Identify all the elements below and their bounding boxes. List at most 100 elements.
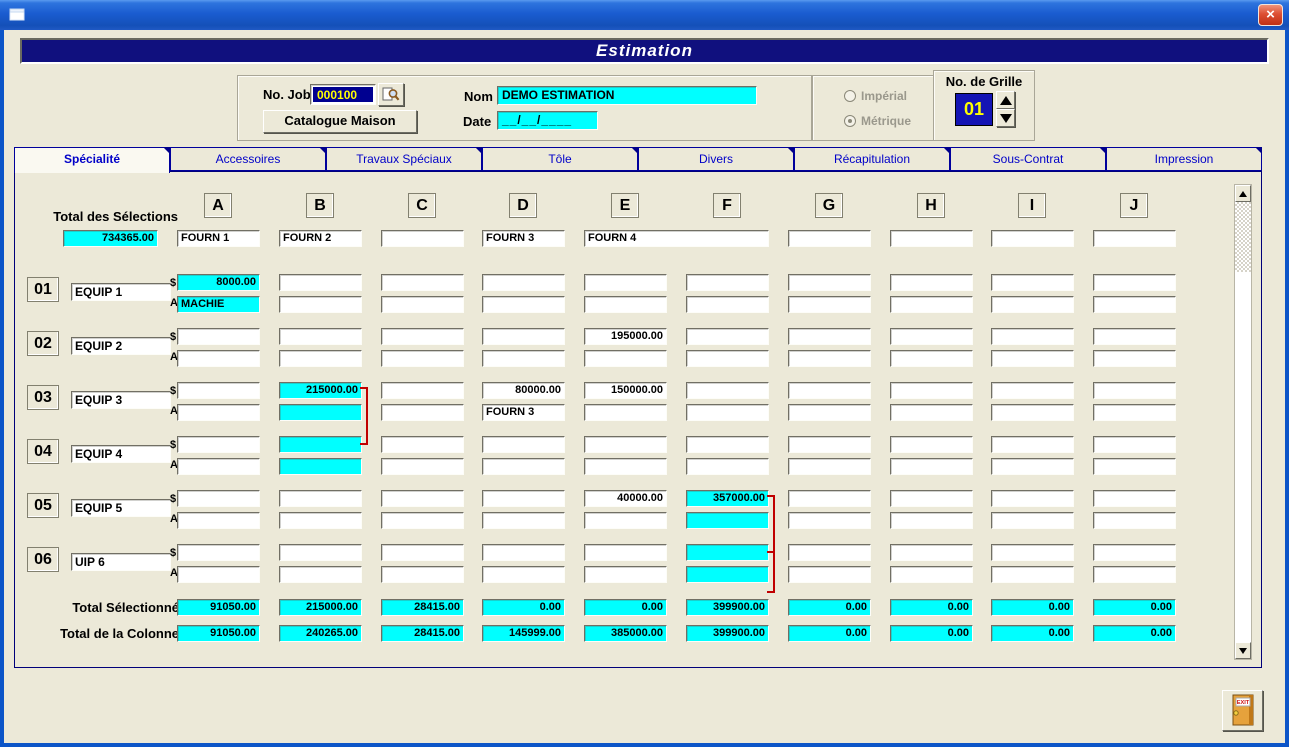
cell-B05-dollar[interactable]	[279, 490, 362, 507]
scroll-down-button[interactable]	[1235, 642, 1251, 659]
supplier-field-G[interactable]	[788, 230, 871, 247]
cell-D04-dollar[interactable]	[482, 436, 565, 453]
tab-sous-contrat[interactable]: Sous-Contrat	[950, 147, 1106, 171]
title-bar[interactable]: ×	[0, 0, 1289, 30]
cell-E02-dollar[interactable]: 195000.00	[584, 328, 667, 345]
cell-G03-desc[interactable]	[788, 404, 871, 421]
cell-E04-dollar[interactable]	[584, 436, 667, 453]
tab-impression[interactable]: Impression	[1106, 147, 1262, 171]
cell-E02-desc[interactable]	[584, 350, 667, 367]
tab-travaux-spéciaux[interactable]: Travaux Spéciaux	[326, 147, 482, 171]
supplier-field-A[interactable]: FOURN 1	[177, 230, 260, 247]
tab-divers[interactable]: Divers	[638, 147, 794, 171]
cell-A05-dollar[interactable]	[177, 490, 260, 507]
cell-I05-dollar[interactable]	[991, 490, 1074, 507]
tab-récapitulation[interactable]: Récapitulation	[794, 147, 950, 171]
equip-name-field-04[interactable]: EQUIP 4	[71, 445, 171, 463]
cell-C06-desc[interactable]	[381, 566, 464, 583]
supplier-field-C[interactable]	[381, 230, 464, 247]
cell-J06-desc[interactable]	[1093, 566, 1176, 583]
cell-A02-dollar[interactable]	[177, 328, 260, 345]
cell-G01-desc[interactable]	[788, 296, 871, 313]
cell-F01-dollar[interactable]	[686, 274, 769, 291]
cell-I02-dollar[interactable]	[991, 328, 1074, 345]
cell-F03-desc[interactable]	[686, 404, 769, 421]
cell-D05-dollar[interactable]	[482, 490, 565, 507]
cell-J02-dollar[interactable]	[1093, 328, 1176, 345]
cell-C05-dollar[interactable]	[381, 490, 464, 507]
cell-B06-dollar[interactable]	[279, 544, 362, 561]
cell-C02-desc[interactable]	[381, 350, 464, 367]
cell-D06-desc[interactable]	[482, 566, 565, 583]
no-job-field[interactable]: 000100	[310, 84, 376, 105]
cell-E03-dollar[interactable]: 150000.00	[584, 382, 667, 399]
cell-E01-desc[interactable]	[584, 296, 667, 313]
cell-G05-dollar[interactable]	[788, 490, 871, 507]
cell-H06-dollar[interactable]	[890, 544, 973, 561]
equip-name-field-02[interactable]: EQUIP 2	[71, 337, 171, 355]
cell-B06-desc[interactable]	[279, 566, 362, 583]
scroll-up-button[interactable]	[1235, 185, 1251, 202]
cell-B04-dollar[interactable]	[279, 436, 362, 453]
cell-E06-desc[interactable]	[584, 566, 667, 583]
cell-D03-dollar[interactable]: 80000.00	[482, 382, 565, 399]
cell-H06-desc[interactable]	[890, 566, 973, 583]
cell-G03-dollar[interactable]	[788, 382, 871, 399]
cell-I03-dollar[interactable]	[991, 382, 1074, 399]
cell-A05-desc[interactable]	[177, 512, 260, 529]
cell-F03-dollar[interactable]	[686, 382, 769, 399]
cell-I06-desc[interactable]	[991, 566, 1074, 583]
cell-B01-dollar[interactable]	[279, 274, 362, 291]
cell-A01-desc[interactable]: MACHIE	[177, 296, 260, 313]
cell-B05-desc[interactable]	[279, 512, 362, 529]
cell-E04-desc[interactable]	[584, 458, 667, 475]
cell-C05-desc[interactable]	[381, 512, 464, 529]
cell-I03-desc[interactable]	[991, 404, 1074, 421]
cell-G01-dollar[interactable]	[788, 274, 871, 291]
cell-I01-desc[interactable]	[991, 296, 1074, 313]
cell-D04-desc[interactable]	[482, 458, 565, 475]
supplier-field-H[interactable]	[890, 230, 973, 247]
supplier-field-B[interactable]: FOURN 2	[279, 230, 362, 247]
nom-field[interactable]: DEMO ESTIMATION	[497, 86, 757, 105]
cell-H01-desc[interactable]	[890, 296, 973, 313]
cell-H05-dollar[interactable]	[890, 490, 973, 507]
cell-C06-dollar[interactable]	[381, 544, 464, 561]
cell-I05-desc[interactable]	[991, 512, 1074, 529]
cell-I02-desc[interactable]	[991, 350, 1074, 367]
cell-H01-dollar[interactable]	[890, 274, 973, 291]
cell-F02-dollar[interactable]	[686, 328, 769, 345]
cell-C01-dollar[interactable]	[381, 274, 464, 291]
tab-tôle[interactable]: Tôle	[482, 147, 638, 171]
supplier-field-J[interactable]	[1093, 230, 1176, 247]
cell-H05-desc[interactable]	[890, 512, 973, 529]
cell-B01-desc[interactable]	[279, 296, 362, 313]
cell-C04-desc[interactable]	[381, 458, 464, 475]
cell-E05-dollar[interactable]: 40000.00	[584, 490, 667, 507]
cell-H02-dollar[interactable]	[890, 328, 973, 345]
cell-J03-desc[interactable]	[1093, 404, 1176, 421]
cell-F04-dollar[interactable]	[686, 436, 769, 453]
catalogue-maison-button[interactable]: Catalogue Maison	[263, 110, 417, 133]
cell-A02-desc[interactable]	[177, 350, 260, 367]
cell-G06-dollar[interactable]	[788, 544, 871, 561]
cell-C04-dollar[interactable]	[381, 436, 464, 453]
cell-A03-desc[interactable]	[177, 404, 260, 421]
cell-H02-desc[interactable]	[890, 350, 973, 367]
cell-A06-dollar[interactable]	[177, 544, 260, 561]
scrollbar-track[interactable]	[1235, 202, 1251, 272]
cell-E06-dollar[interactable]	[584, 544, 667, 561]
cell-C02-dollar[interactable]	[381, 328, 464, 345]
cell-H04-desc[interactable]	[890, 458, 973, 475]
cell-B04-desc[interactable]	[279, 458, 362, 475]
cell-E03-desc[interactable]	[584, 404, 667, 421]
date-field[interactable]: __/__/____	[497, 111, 598, 130]
close-button[interactable]: ×	[1258, 4, 1283, 26]
tab-accessoires[interactable]: Accessoires	[170, 147, 326, 171]
cell-J01-desc[interactable]	[1093, 296, 1176, 313]
cell-G05-desc[interactable]	[788, 512, 871, 529]
cell-F05-desc[interactable]	[686, 512, 769, 529]
cell-A03-dollar[interactable]	[177, 382, 260, 399]
cell-I06-dollar[interactable]	[991, 544, 1074, 561]
cell-D02-desc[interactable]	[482, 350, 565, 367]
